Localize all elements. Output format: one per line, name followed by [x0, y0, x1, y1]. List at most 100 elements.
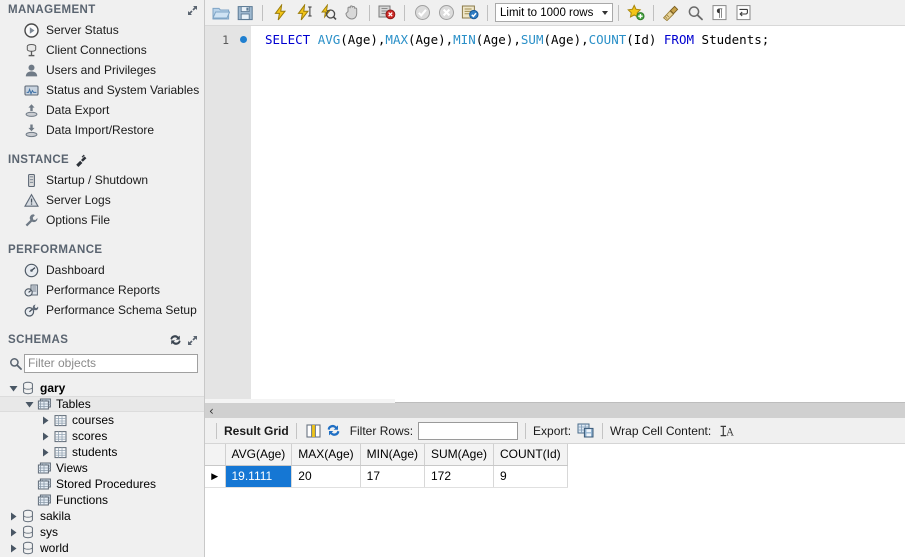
tree-item-label: Functions — [56, 493, 109, 507]
row-marker-icon: ▶ — [205, 465, 226, 488]
collapse-results-chevron-icon[interactable]: ‹ — [209, 405, 214, 417]
tree-item-students[interactable]: students — [0, 444, 204, 460]
schema-icon — [20, 509, 36, 523]
column-header[interactable]: COUNT(Id) — [493, 444, 568, 466]
tree-item-label: sys — [40, 525, 58, 539]
execute-statement-icon[interactable] — [268, 2, 292, 24]
tree-item-world[interactable]: world — [0, 540, 204, 556]
expand-twisty-icon[interactable] — [6, 528, 20, 537]
expand-panel-icon[interactable] — [187, 5, 198, 16]
filter-objects-input[interactable] — [24, 353, 198, 373]
show-invisible-chars-icon[interactable]: ¶ — [707, 2, 731, 24]
sidebar-item-startup-shutdown[interactable]: Startup / Shutdown — [0, 170, 204, 190]
grid-cell[interactable]: 20 — [291, 465, 361, 488]
performance-reports-icon — [22, 282, 40, 298]
sidebar-item-server-logs[interactable]: Server Logs — [0, 190, 204, 210]
tree-item-gary[interactable]: gary — [0, 380, 204, 396]
management-section-header: MANAGEMENT — [0, 0, 204, 20]
column-header[interactable]: AVG(Age) — [225, 444, 293, 466]
collapse-twisty-icon[interactable] — [6, 384, 20, 393]
refresh-icon[interactable] — [169, 334, 182, 346]
explain-statement-icon[interactable] — [316, 2, 340, 24]
result-grid-tab[interactable]: Result Grid — [224, 424, 289, 438]
sidebar-item-data-import-restore[interactable]: Data Import/Restore — [0, 120, 204, 140]
execute-current-statement-icon[interactable] — [292, 2, 316, 24]
add-snippet-icon[interactable] — [624, 2, 648, 24]
line-number: 1 — [222, 33, 229, 47]
export-recordset-icon[interactable] — [575, 421, 595, 441]
results-panel-splitter[interactable]: ‹ — [205, 399, 905, 418]
expand-twisty-icon[interactable] — [6, 544, 20, 553]
sidebar-item-client-connections[interactable]: Client Connections — [0, 40, 204, 60]
sidebar-item-server-status[interactable]: Server Status — [0, 20, 204, 40]
tree-item-scores[interactable]: scores — [0, 428, 204, 444]
sidebar-item-status-and-system-variables[interactable]: Status and System Variables — [0, 80, 204, 100]
tree-item-functions[interactable]: Functions — [0, 492, 204, 508]
schema-filter-row — [6, 352, 198, 374]
expand-twisty-icon[interactable] — [38, 432, 52, 441]
collapse-twisty-icon[interactable] — [22, 400, 36, 409]
table-icon — [52, 446, 68, 459]
autocommit-icon[interactable] — [458, 2, 482, 24]
tree-item-views[interactable]: Views — [0, 460, 204, 476]
table-icon — [52, 430, 68, 443]
sidebar-item-dashboard[interactable]: Dashboard — [0, 260, 204, 280]
wrap-cell-icon[interactable]: A — [716, 421, 736, 441]
sql-text-editor[interactable]: 1 SELECT AVG(Age),MAX(Age),MIN(Age),SUM(… — [205, 26, 905, 402]
sidebar-item-label: Performance Schema Setup — [46, 303, 197, 317]
sidebar-item-performance-reports[interactable]: Performance Reports — [0, 280, 204, 300]
sidebar-item-label: Users and Privileges — [46, 63, 157, 77]
performance-section-header: PERFORMANCE — [0, 240, 204, 260]
find-icon[interactable] — [683, 2, 707, 24]
sidebar-item-options-file[interactable]: Options File — [0, 210, 204, 230]
column-header[interactable]: MAX(Age) — [291, 444, 361, 466]
expand-panel-icon[interactable] — [187, 335, 198, 346]
commit-icon[interactable] — [410, 2, 434, 24]
result-grid-icon[interactable] — [304, 421, 324, 441]
beautify-query-icon[interactable] — [659, 2, 683, 24]
limit-rows-select[interactable]: Limit to 1000 rows — [495, 3, 613, 22]
sidebar-item-data-export[interactable]: Data Export — [0, 100, 204, 120]
breakpoint-gutter[interactable] — [235, 26, 251, 402]
sidebar-item-performance-schema-setup[interactable]: Performance Schema Setup — [0, 300, 204, 320]
tree-item-sys[interactable]: sys — [0, 524, 204, 540]
tree-item-label: sakila — [40, 509, 71, 523]
statement-marker-icon — [239, 36, 247, 43]
grid-cell[interactable]: 172 — [424, 465, 495, 488]
toolbar-separator — [618, 4, 619, 21]
expand-twisty-icon[interactable] — [6, 512, 20, 521]
grid-cell[interactable]: 17 — [360, 465, 426, 488]
expand-twisty-icon[interactable] — [38, 416, 52, 425]
toolbar-separator — [602, 422, 604, 439]
stop-execution-icon[interactable] — [340, 2, 364, 24]
sql-token: COUNT — [588, 32, 627, 47]
folder-db-icon — [36, 461, 52, 475]
column-header[interactable]: MIN(Age) — [360, 444, 426, 466]
expand-twisty-icon[interactable] — [38, 448, 52, 457]
results-grid-container[interactable]: AVG(Age) MAX(Age) MIN(Age) SUM(Age) COUNT(Id… — [205, 444, 905, 557]
toggle-execution-stop-icon[interactable] — [375, 2, 399, 24]
open-sql-file-icon[interactable] — [209, 2, 233, 24]
sidebar-item-users-and-privileges[interactable]: Users and Privileges — [0, 60, 204, 80]
table-row[interactable]: ▶ 19.1111 20 17 172 9 — [205, 465, 568, 488]
rollback-icon[interactable] — [434, 2, 458, 24]
tree-item-tables[interactable]: Tables — [0, 396, 204, 412]
filter-rows-input[interactable] — [418, 421, 519, 440]
save-sql-file-icon[interactable] — [233, 2, 257, 24]
tree-item-courses[interactable]: courses — [0, 412, 204, 428]
grid-cell[interactable]: 19.1111 — [225, 465, 293, 488]
sql-code-line[interactable]: SELECT AVG(Age),MAX(Age),MIN(Age),SUM(Ag… — [251, 26, 905, 402]
column-header[interactable]: SUM(Age) — [424, 444, 495, 466]
grid-cell[interactable]: 9 — [493, 465, 568, 488]
svg-text:¶: ¶ — [716, 6, 723, 19]
performance-schema-icon — [22, 302, 40, 318]
tree-item-stored-procedures[interactable]: Stored Procedures — [0, 476, 204, 492]
refresh-grid-icon[interactable] — [324, 421, 344, 441]
tree-item-sakila[interactable]: sakila — [0, 508, 204, 524]
wrap-long-lines-icon[interactable] — [731, 2, 755, 24]
disconnect-plug-icon[interactable] — [74, 154, 87, 167]
toolbar-separator — [216, 422, 217, 439]
